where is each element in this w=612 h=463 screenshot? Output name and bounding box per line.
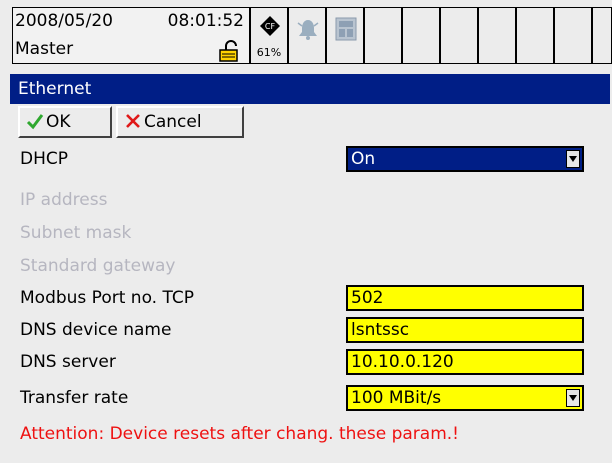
status-user: Master [15,39,74,59]
row-modbus-port: Modbus Port no. TCP 502 [20,284,600,312]
row-transfer-rate: Transfer rate 100 MBit/s [20,384,600,412]
status-slot-5 [364,7,402,64]
unlocked-padlock-icon [219,40,238,62]
memory-percent: 61% [256,46,282,59]
memory-card-icon: CF [260,16,280,36]
dns-server-label: DNS server [20,352,116,372]
row-subnet-mask: Subnet mask [20,219,600,247]
dialog-toolbar: OK Cancel [10,104,610,140]
alarm-bell-icon [297,20,319,40]
dhcp-select[interactable]: On [346,146,584,172]
cancel-button-label: Cancel [144,112,202,132]
display-panel-icon [335,17,357,41]
status-date: 2008/05/20 [15,11,113,31]
clock-panel: 2008/05/20 08:01:52 Master [12,7,250,64]
ok-button[interactable]: OK [18,106,112,138]
cancel-button[interactable]: Cancel [116,106,244,138]
status-slot-8 [478,7,516,64]
memory-status[interactable]: CF 61% [250,7,288,64]
row-dns-device-name: DNS device name lsntssc [20,316,600,344]
checkmark-icon [26,114,44,130]
status-bar: 2008/05/20 08:01:52 Master CF 61% [0,0,612,66]
dhcp-dropdown-arrow[interactable] [566,150,580,168]
row-dns-server: DNS server 10.10.0.120 [20,348,600,376]
chevron-down-icon [569,156,577,162]
cross-icon [126,114,140,128]
transfer-rate-dropdown-arrow[interactable] [566,389,580,407]
dns-device-name-field[interactable]: lsntssc [346,317,584,343]
row-standard-gateway: Standard gateway [20,252,600,280]
row-dhcp: DHCP On [20,145,600,173]
transfer-rate-value: 100 MBit/s [351,388,442,408]
dns-server-field[interactable]: 10.10.0.120 [346,349,584,375]
dns-device-name-label: DNS device name [20,320,172,340]
modbus-port-label: Modbus Port no. TCP [20,288,194,308]
subnet-mask-label: Subnet mask [20,223,132,243]
transfer-rate-select[interactable]: 100 MBit/s [346,385,584,411]
attention-warning: Attention: Device resets after chang. th… [20,424,459,444]
svg-text:CF: CF [265,22,276,31]
ethernet-settings-screen: 2008/05/20 08:01:52 Master CF 61% Ethern… [0,0,612,463]
status-slot-10 [554,7,592,64]
modbus-port-field[interactable]: 502 [346,285,584,311]
window-title: Ethernet [10,74,610,104]
status-slot-9 [516,7,554,64]
chevron-down-icon [569,395,577,401]
status-slot-7 [440,7,478,64]
ok-button-label: OK [46,112,71,132]
ip-address-label: IP address [20,190,108,210]
standard-gateway-label: Standard gateway [20,256,176,276]
status-slot-6 [402,7,440,64]
row-ip-address: IP address [20,186,600,214]
status-slot-11 [592,7,612,64]
status-time: 08:01:52 [167,11,244,31]
dhcp-value: On [351,149,376,169]
transfer-rate-label: Transfer rate [20,388,129,408]
dhcp-label: DHCP [20,149,68,169]
display-slot[interactable] [326,7,364,64]
alarm-slot[interactable] [288,7,326,64]
